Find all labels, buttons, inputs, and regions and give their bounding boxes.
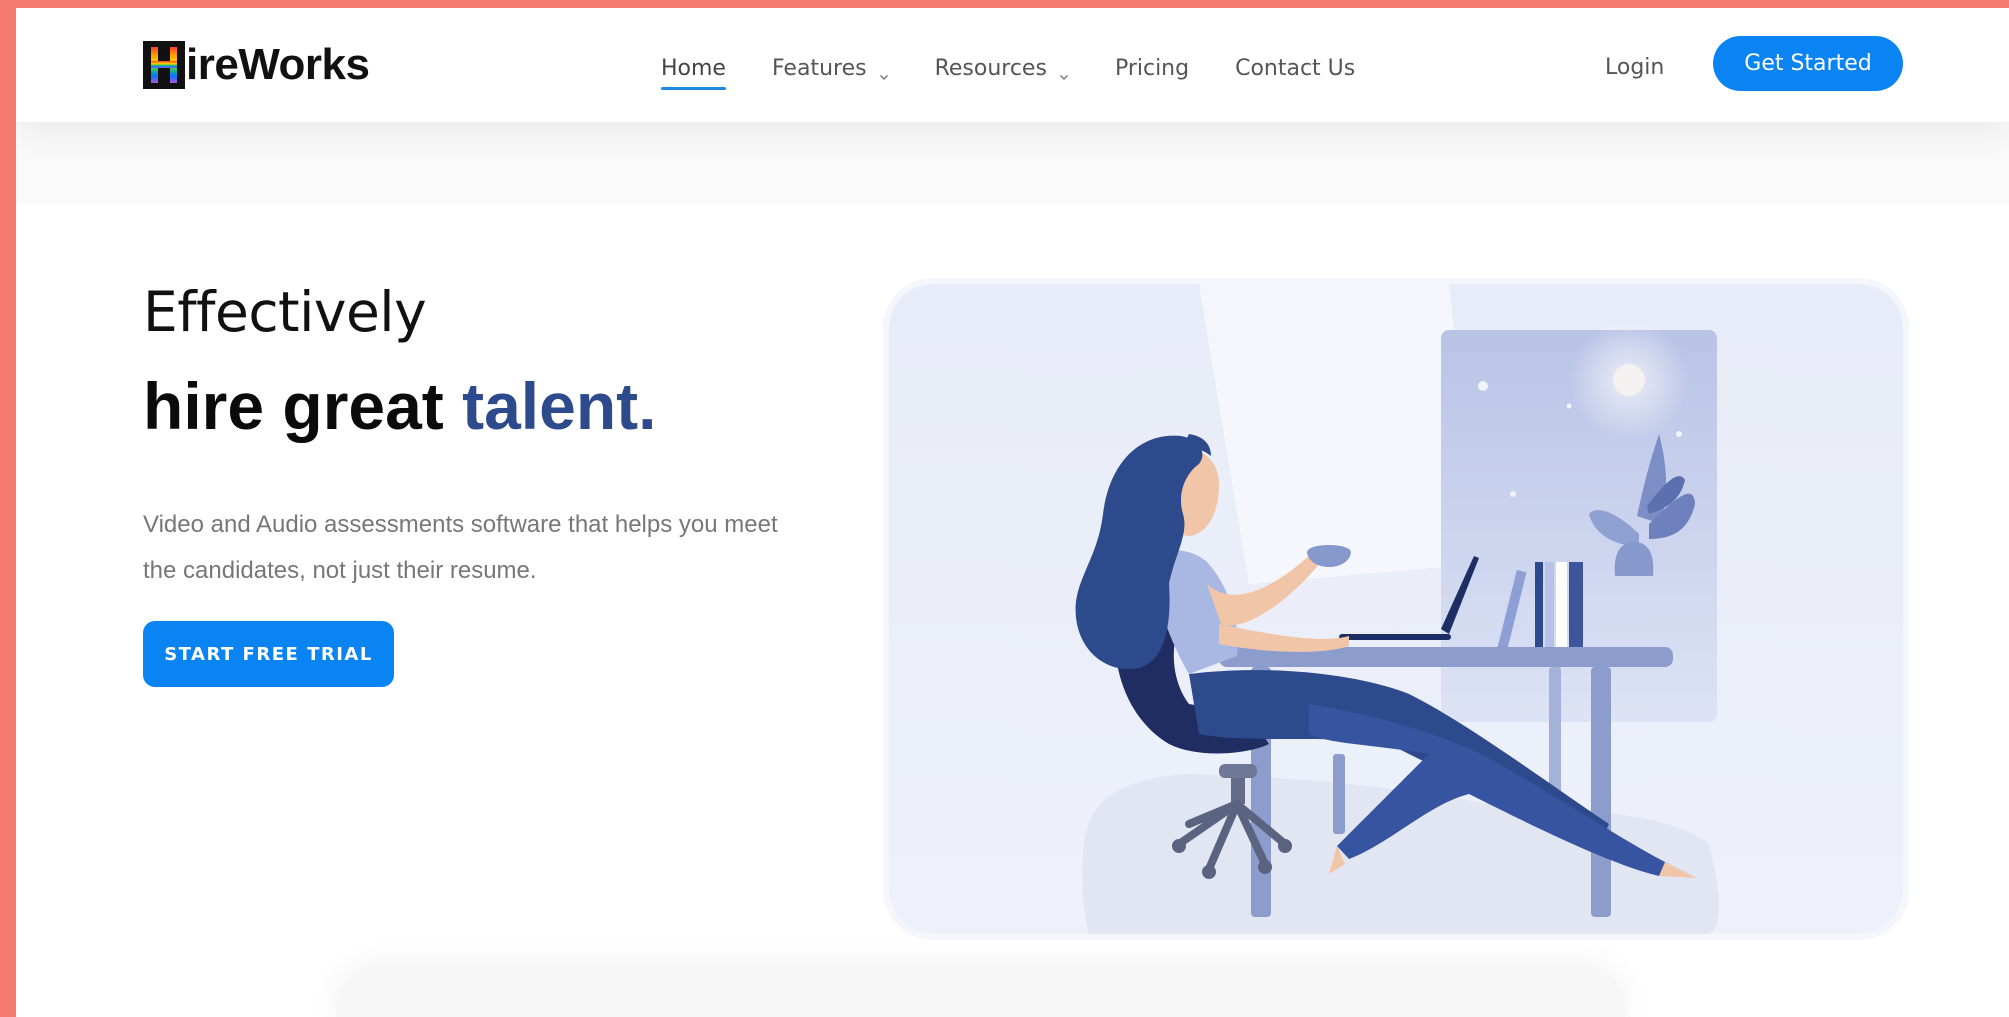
chevron-down-icon — [879, 63, 889, 80]
next-section-card — [336, 968, 1626, 1017]
get-started-button[interactable]: Get Started — [1713, 36, 1903, 91]
hireworks-logo[interactable]: ireWorks — [143, 40, 370, 90]
page: ireWorks Home Features Resources Pricing — [16, 8, 2009, 1017]
nav-resources[interactable]: Resources — [935, 48, 1069, 88]
nav-contact-us-label: Contact Us — [1235, 55, 1356, 81]
header-band — [16, 122, 2009, 204]
login-link[interactable]: Login — [1605, 48, 1664, 88]
site-header: ireWorks Home Features Resources Pricing — [16, 8, 2009, 122]
nav-pricing-label: Pricing — [1114, 55, 1190, 81]
logo-wordmark: ireWorks — [186, 40, 370, 89]
nav-features[interactable]: Features — [772, 48, 889, 88]
hero-headline-accent: talent. — [462, 369, 657, 443]
hero-description: Video and Audio assessments software tha… — [143, 511, 778, 584]
hero-headline-line2: hire great talent. — [143, 368, 656, 444]
logo-h-mark — [143, 41, 185, 89]
nav-home[interactable]: Home — [661, 48, 726, 90]
nav-home-label: Home — [661, 55, 726, 81]
hero-headline-main: hire great — [143, 369, 463, 443]
chevron-down-icon — [1059, 63, 1069, 80]
hero-headline-line1: Effectively — [143, 280, 427, 344]
start-free-trial-button[interactable]: START FREE TRIAL — [143, 621, 394, 687]
nav-features-label: Features — [771, 55, 867, 81]
nav-pricing[interactable]: Pricing — [1115, 48, 1189, 88]
main-nav: Home Features Resources Pricing Contact … — [661, 48, 1401, 90]
nav-resources-label: Resources — [934, 55, 1047, 81]
nav-contact-us[interactable]: Contact Us — [1235, 48, 1355, 88]
hero-illustration — [889, 284, 1903, 934]
